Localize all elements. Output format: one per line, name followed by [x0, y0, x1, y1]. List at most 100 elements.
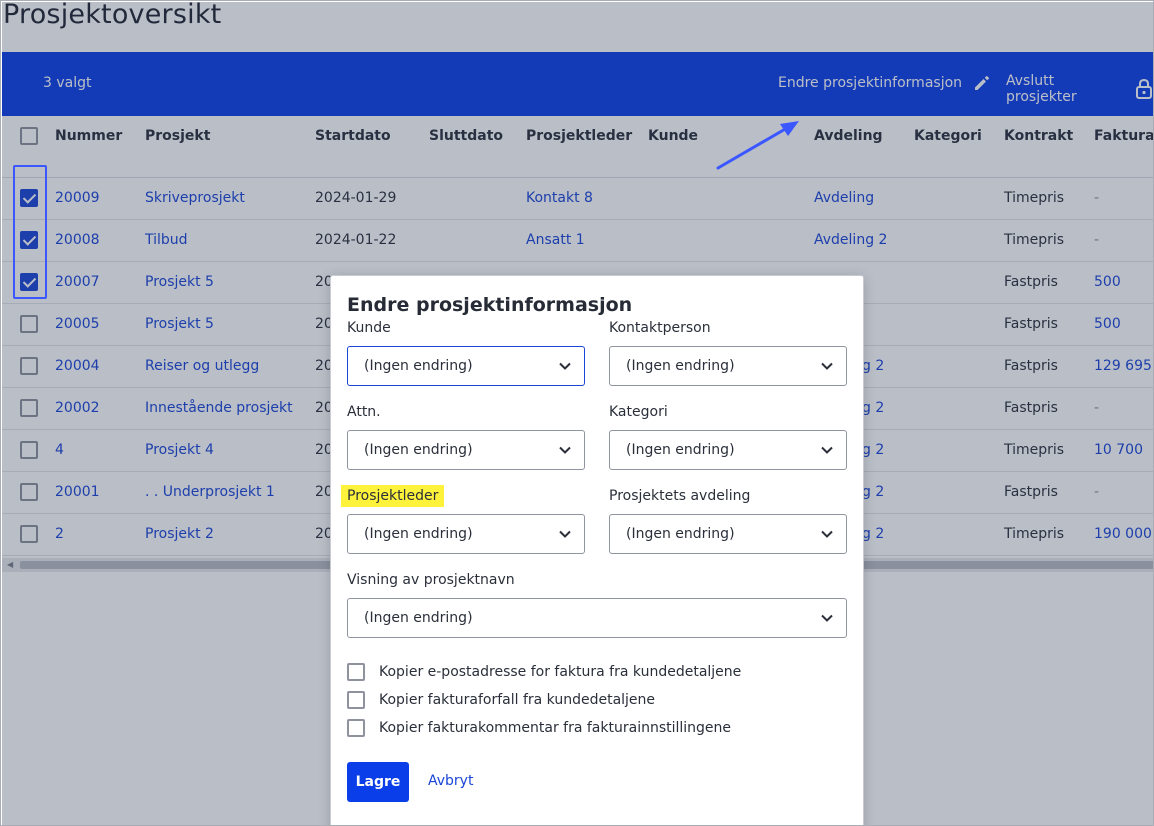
project-name[interactable]: Prosjekt 4	[145, 442, 214, 458]
project-number[interactable]: 20005	[55, 316, 100, 332]
contract-type: Fastpris	[1004, 400, 1058, 416]
chevron-down-icon	[558, 443, 572, 461]
row-checkbox[interactable]	[20, 357, 38, 375]
row-checkbox[interactable]	[20, 315, 38, 333]
department[interactable]: Avdeling 2	[814, 232, 887, 248]
column-header[interactable]: Kontrakt	[1004, 128, 1073, 144]
department[interactable]: Avdeling	[814, 190, 874, 206]
copy-invoice-comment-checkbox[interactable]	[347, 719, 365, 737]
select-value: (Ingen endring)	[626, 442, 735, 458]
kategori-select[interactable]: (Ingen endring)	[609, 430, 847, 470]
close-projects-button[interactable]: Avslutt prosjekter	[1006, 73, 1153, 105]
visning-av-prosjektnavn-select[interactable]: (Ingen endring)	[347, 598, 847, 638]
column-header[interactable]: Startdato	[315, 128, 391, 144]
scroll-left-icon[interactable]: ◀	[7, 560, 13, 569]
column-header[interactable]: Kategori	[914, 128, 982, 144]
row-checkbox[interactable]	[20, 441, 38, 459]
project-manager[interactable]: Kontakt 8	[526, 190, 593, 206]
select-value: (Ingen endring)	[364, 526, 473, 542]
cancel-button[interactable]: Avbryt	[428, 773, 473, 789]
project-name[interactable]: Tilbud	[145, 232, 188, 248]
chevron-down-icon	[820, 359, 834, 377]
table-row[interactable]: 20009 Skriveprosjekt 2024-01-29 Kontakt …	[2, 178, 1153, 220]
select-value: (Ingen endring)	[364, 358, 473, 374]
column-header[interactable]: Prosjekt	[145, 128, 210, 144]
project-number[interactable]: 2	[55, 526, 64, 542]
contract-type: Fastpris	[1004, 358, 1058, 374]
field-label-attn: Attn.	[347, 404, 381, 420]
close-projects-label: Avslutt prosjekter	[1006, 73, 1077, 105]
field-label-prosjektets-avdeling: Prosjektets avdeling	[609, 488, 751, 504]
contract-type: Timepris	[1004, 190, 1065, 206]
app-frame: Prosjektoversikt 3 valgt Endre prosjekti…	[0, 0, 1154, 826]
invoiced-amount[interactable]: 500	[1094, 316, 1121, 332]
department[interactable]: g 2	[862, 526, 884, 542]
project-name[interactable]: Prosjekt 2	[145, 526, 214, 542]
prosjektleder-select[interactable]: (Ingen endring)	[347, 514, 585, 554]
project-number[interactable]: 20009	[55, 190, 100, 206]
copy-email-checkbox[interactable]	[347, 663, 365, 681]
copy-due-date-checkbox[interactable]	[347, 691, 365, 709]
attn-select[interactable]: (Ingen endring)	[347, 430, 585, 470]
pencil-icon	[972, 73, 992, 93]
contract-type: Fastpris	[1004, 274, 1058, 290]
project-name[interactable]: Reiser og utlegg	[145, 358, 259, 374]
copy-invoice-comment-label[interactable]: Kopier fakturakommentar fra fakturainnst…	[379, 720, 731, 736]
table-row[interactable]: 20008 Tilbud 2024-01-22 Ansatt 1 Avdelin…	[2, 220, 1153, 262]
invoiced-amount[interactable]: 500	[1094, 274, 1121, 290]
project-name[interactable]: Skriveprosjekt	[145, 190, 245, 206]
project-manager[interactable]: Ansatt 1	[526, 232, 585, 248]
row-checkbox[interactable]	[20, 483, 38, 501]
edit-project-info-button[interactable]: Endre prosjektinformasjon	[778, 73, 992, 93]
dialog-title: Endre prosjektinformasjon	[347, 294, 633, 316]
field-label-kunde: Kunde	[347, 320, 391, 336]
project-number[interactable]: 20007	[55, 274, 100, 290]
kunde-select[interactable]: (Ingen endring)	[347, 346, 585, 386]
row-checkbox[interactable]	[20, 525, 38, 543]
invoiced-amount: -	[1094, 190, 1100, 206]
project-name[interactable]: Innestående prosjekt	[145, 400, 293, 416]
field-label-prosjektleder: Prosjektleder	[341, 485, 445, 507]
selected-count: 3 valgt	[43, 75, 92, 91]
project-number[interactable]: 20001	[55, 484, 100, 500]
start-date: 2024-01-22	[315, 232, 397, 248]
column-header[interactable]: Nummer	[55, 128, 122, 144]
column-header[interactable]: Kunde	[648, 128, 698, 144]
kontaktperson-select[interactable]: (Ingen endring)	[609, 346, 847, 386]
invoiced-amount: -	[1094, 400, 1100, 416]
field-label-kategori: Kategori	[609, 404, 668, 420]
contract-type: Timepris	[1004, 526, 1065, 542]
invoiced-amount[interactable]: 10 700	[1094, 442, 1143, 458]
invoiced-amount[interactable]: 190 000	[1094, 526, 1152, 542]
edit-project-info-dialog: Endre prosjektinformasjon Kunde (Ingen e…	[330, 275, 864, 825]
project-number[interactable]: 20008	[55, 232, 100, 248]
lock-icon	[1134, 78, 1153, 100]
table-header: Nummer Prosjekt Startdato Sluttdato Pros…	[2, 116, 1153, 178]
save-button[interactable]: Lagre	[347, 762, 409, 802]
annotation-arrow-icon	[716, 121, 799, 170]
project-number[interactable]: 20004	[55, 358, 100, 374]
project-name[interactable]: Prosjekt 5	[145, 316, 214, 332]
column-header[interactable]: Fakturare	[1094, 128, 1153, 144]
chevron-down-icon	[820, 527, 834, 545]
department[interactable]: g 2	[862, 358, 884, 374]
contract-type: Timepris	[1004, 232, 1065, 248]
project-number[interactable]: 20002	[55, 400, 100, 416]
copy-due-date-label[interactable]: Kopier fakturaforfall fra kundedetaljene	[379, 692, 655, 708]
project-name[interactable]: . . Underprosjekt 1	[145, 484, 275, 500]
department[interactable]: g 2	[862, 484, 884, 500]
contract-type: Fastpris	[1004, 316, 1058, 332]
project-number[interactable]: 4	[55, 442, 64, 458]
department[interactable]: g 2	[862, 400, 884, 416]
invoiced-amount[interactable]: 129 695	[1094, 358, 1152, 374]
copy-email-label[interactable]: Kopier e-postadresse for faktura fra kun…	[379, 664, 741, 680]
prosjektets-avdeling-select[interactable]: (Ingen endring)	[609, 514, 847, 554]
select-value: (Ingen endring)	[626, 526, 735, 542]
department[interactable]: g 2	[862, 442, 884, 458]
column-header[interactable]: Prosjektleder	[526, 128, 632, 144]
project-name[interactable]: Prosjekt 5	[145, 274, 214, 290]
row-checkbox[interactable]	[20, 399, 38, 417]
column-header[interactable]: Avdeling	[814, 128, 883, 144]
select-all-checkbox[interactable]	[20, 127, 38, 145]
column-header[interactable]: Sluttdato	[429, 128, 503, 144]
